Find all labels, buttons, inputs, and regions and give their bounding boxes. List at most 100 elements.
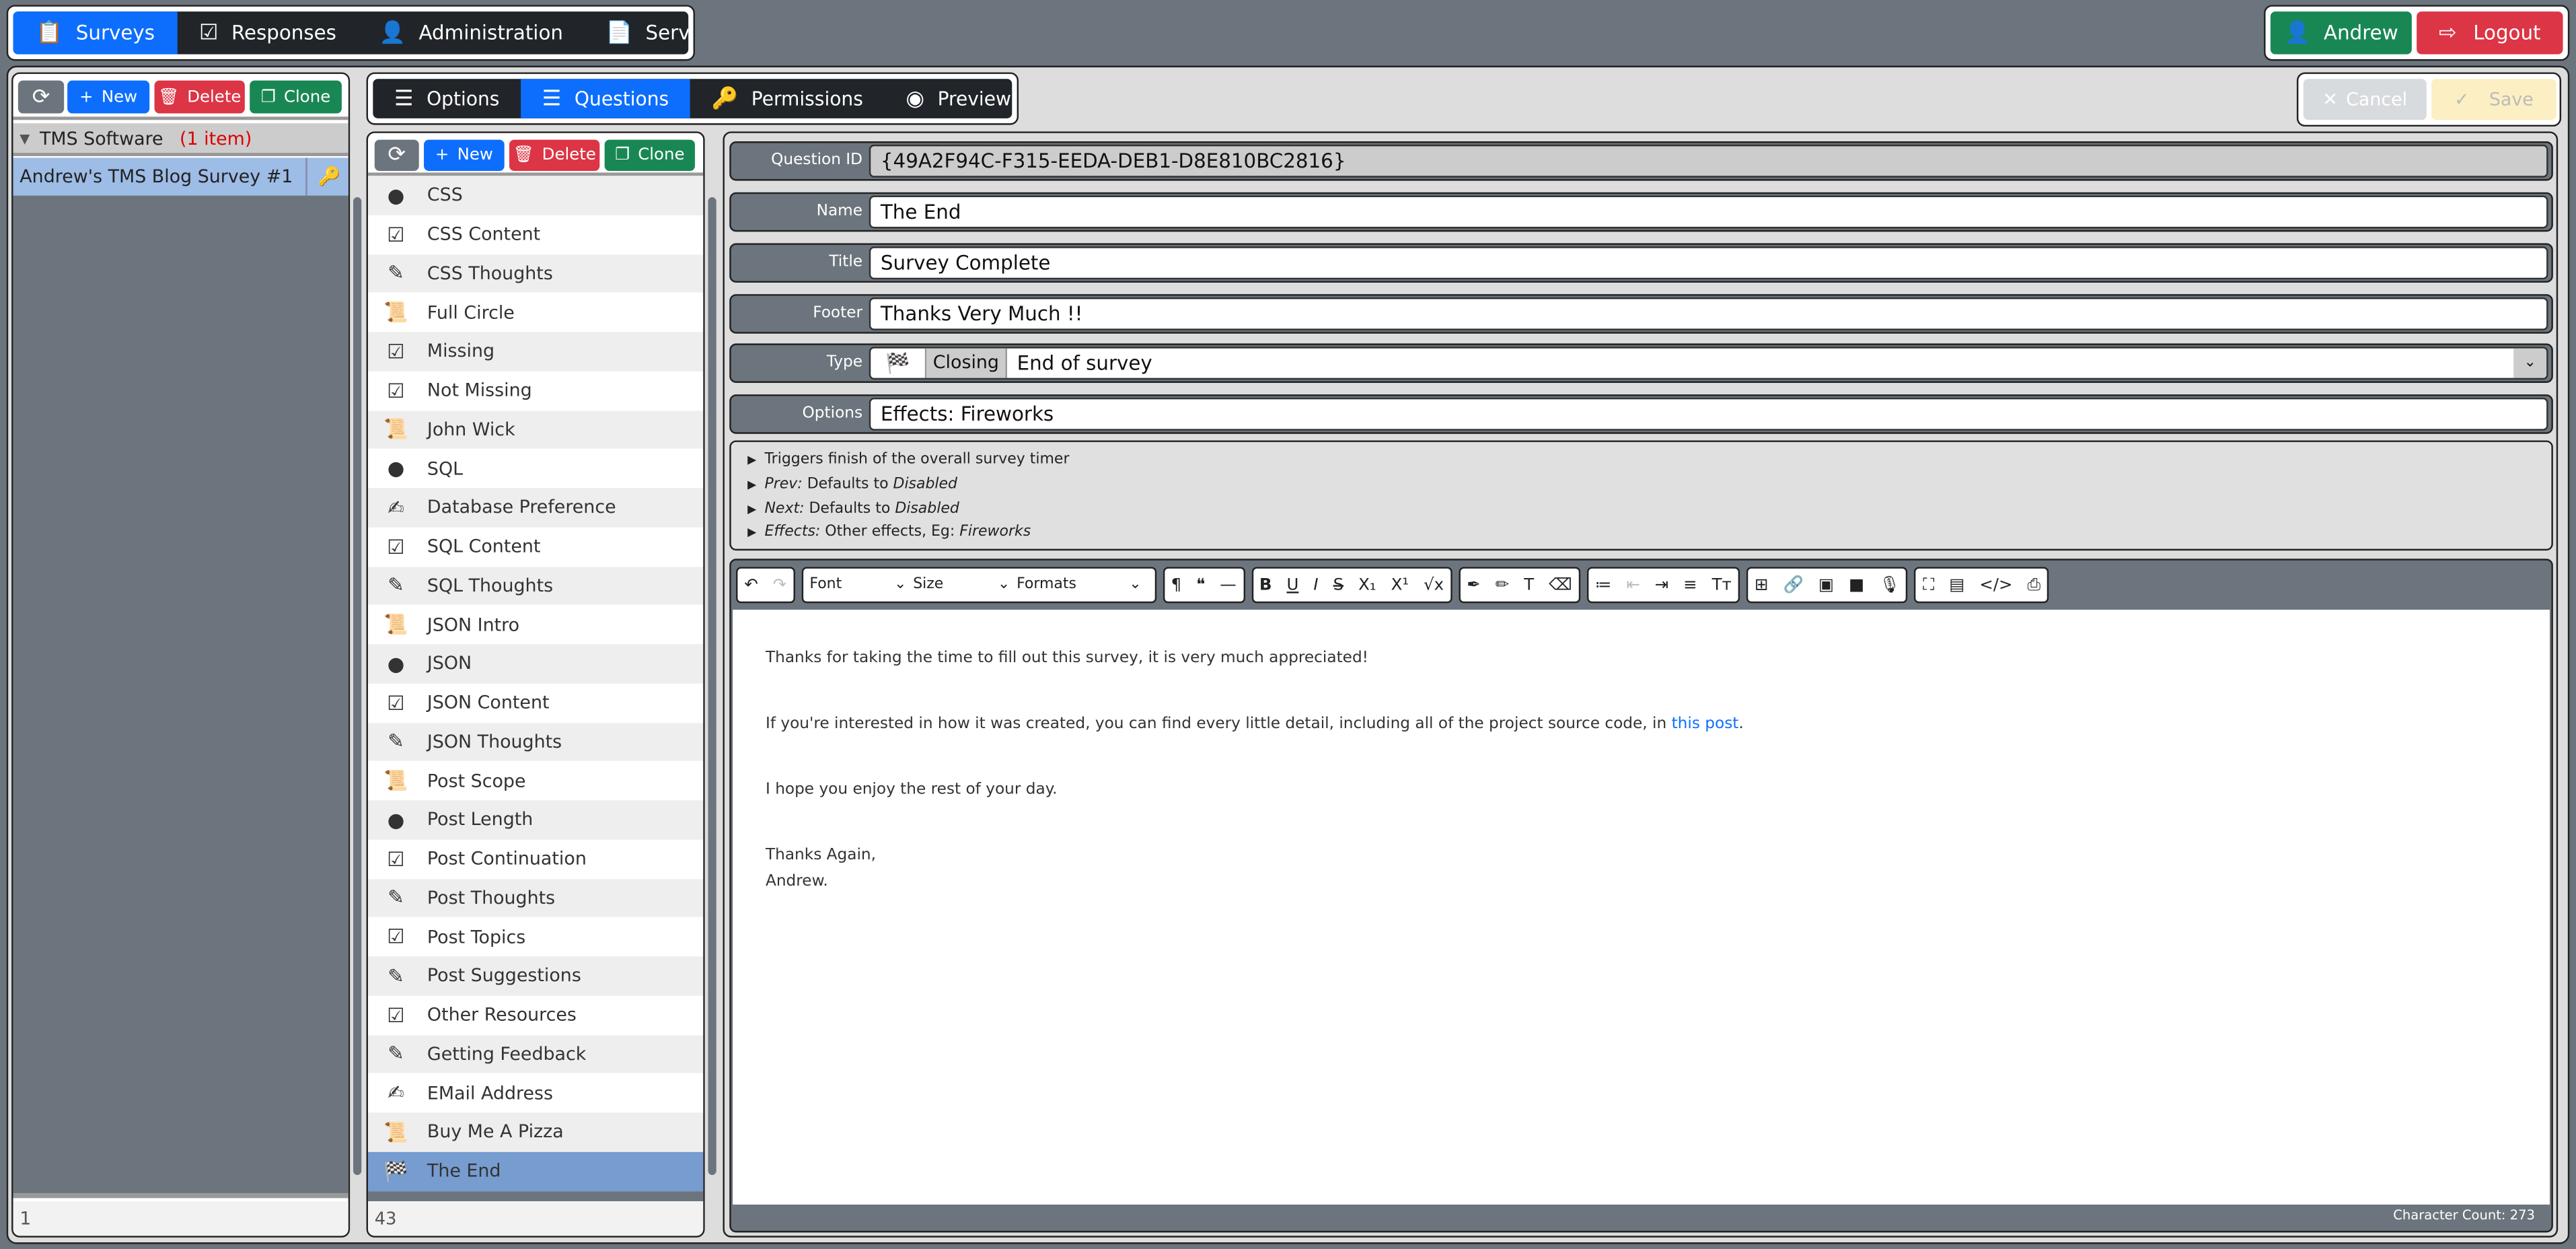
question-item[interactable]: ● Post Length <box>368 800 704 840</box>
align-icon[interactable]: ≡ <box>1683 576 1697 594</box>
underline-icon[interactable]: U <box>1287 576 1299 594</box>
question-item[interactable]: ☑ JSON Content <box>368 683 704 723</box>
font-select[interactable]: Font ⌄ <box>809 577 913 593</box>
paragraph: Andrew. <box>765 872 828 891</box>
undo-icon[interactable]: ↶ <box>744 576 758 594</box>
indent-icon[interactable]: ⇥ <box>1655 576 1668 594</box>
question-item[interactable]: ✎ Getting Feedback <box>368 1034 704 1074</box>
nav-responses[interactable]: ☑ Responses <box>178 11 358 54</box>
nav-surveys[interactable]: 📋 Surveys <box>13 11 178 55</box>
field-input[interactable]: The End <box>869 195 2548 229</box>
question-item[interactable]: 📜 John Wick <box>368 410 704 450</box>
post-link[interactable]: this post <box>1672 715 1739 733</box>
new-question-button[interactable]: + New <box>424 139 505 171</box>
question-item[interactable]: ● SQL <box>368 449 704 489</box>
question-item[interactable]: ✎ Post Thoughts <box>368 878 704 918</box>
table-icon[interactable]: ⊞ <box>1755 576 1768 594</box>
size-select[interactable]: Size ⌄ <box>913 577 1017 593</box>
delete-survey-button[interactable]: 🗑 Delete <box>154 80 245 114</box>
image-icon[interactable]: ▣ <box>1818 576 1834 594</box>
audio-icon[interactable]: 🎙 <box>1879 576 1900 594</box>
question-item[interactable]: ☑ Not Missing <box>368 371 704 411</box>
question-item[interactable]: 📜 Buy Me A Pizza <box>368 1112 704 1152</box>
logout-button[interactable]: ⇨ Logout <box>2417 11 2563 55</box>
code-view-icon[interactable]: </> <box>1979 576 2012 594</box>
text-size-icon[interactable]: Tт <box>1712 576 1732 594</box>
print-icon[interactable]: ⎙ <box>2027 576 2040 594</box>
survey-group-header[interactable]: ▼ TMS Software (1 item) <box>13 123 348 156</box>
question-item[interactable]: 📜 JSON Intro <box>368 605 704 645</box>
chevron-down-icon[interactable]: ⌄ <box>2513 348 2547 378</box>
check-square-icon: ☑ <box>387 1003 405 1027</box>
delete-question-button[interactable]: 🗑 Delete <box>509 139 600 171</box>
field-input[interactable]: Thanks Very Much !! <box>869 297 2548 330</box>
outdent-icon[interactable]: ⇤ <box>1626 576 1640 594</box>
question-item[interactable]: ✎ CSS Thoughts <box>368 254 704 293</box>
question-item[interactable]: ✎ JSON Thoughts <box>368 722 704 762</box>
tab-questions[interactable]: ☰ Questions <box>521 79 690 118</box>
help-item[interactable]: ▶ Prev: Defaults to Disabled <box>747 473 2535 497</box>
highlight-icon[interactable]: ✏ <box>1496 576 1509 594</box>
question-item[interactable]: ☑ Post Topics <box>368 917 704 957</box>
question-item[interactable]: ● JSON <box>368 644 704 684</box>
clone-survey-button[interactable]: ❐ Clone <box>250 80 342 114</box>
tab-permissions[interactable]: 🔑 Permissions <box>690 79 885 118</box>
scrollbar-splitter[interactable] <box>353 197 362 1176</box>
new-survey-button[interactable]: + New <box>67 80 150 114</box>
question-item[interactable]: ✎ Post Suggestions <box>368 956 704 996</box>
fullscreen-icon[interactable]: ⛶ <box>1923 576 1934 594</box>
clear-format-icon[interactable]: ⌫ <box>1549 576 1572 594</box>
survey-item[interactable]: Andrew's TMS Blog Survey #1 🔑 <box>13 157 348 196</box>
editor-content[interactable]: Thanks for taking the time to fill out t… <box>733 609 2550 1205</box>
question-item[interactable]: ☑ Missing <box>368 332 704 371</box>
font-style-icon[interactable]: T <box>1524 576 1534 594</box>
help-item[interactable]: ▶ Effects: Other effects, Eg: Fireworks <box>747 521 2535 545</box>
bold-icon[interactable]: B <box>1259 576 1272 594</box>
question-item[interactable]: ☑ Post Continuation <box>368 839 704 879</box>
video-icon[interactable]: ■ <box>1849 576 1864 594</box>
italic-icon[interactable]: I <box>1313 576 1318 594</box>
question-item[interactable]: 📜 Post Scope <box>368 761 704 801</box>
question-item[interactable]: ✎ SQL Thoughts <box>368 566 704 606</box>
subscript-icon[interactable]: X₁ <box>1358 576 1376 594</box>
paragraph-icon[interactable]: ¶ <box>1171 576 1182 594</box>
question-item[interactable]: ☑ CSS Content <box>368 215 704 254</box>
question-item[interactable]: ☑ Other Resources <box>368 995 704 1035</box>
field-input[interactable]: Survey Complete <box>869 246 2548 280</box>
nav-server-log[interactable]: 📄 Server Log <box>585 11 688 54</box>
refresh-questions-button[interactable]: ⟳ <box>374 139 419 171</box>
question-item[interactable]: 🏁 The End <box>368 1151 704 1191</box>
blockquote-icon[interactable]: ❝ <box>1196 576 1205 594</box>
type-select[interactable]: 🏁 Closing End of survey ⌄ <box>869 347 2548 380</box>
key-icon[interactable]: 🔑 <box>305 157 348 196</box>
refresh-surveys-button[interactable]: ⟳ <box>17 80 65 114</box>
superscript-icon[interactable]: X¹ <box>1391 576 1409 594</box>
tab-preview[interactable]: ◉ Preview <box>885 79 1013 118</box>
question-item[interactable]: ✍ EMail Address <box>368 1073 704 1113</box>
check-square-icon: ☑ <box>387 925 405 949</box>
strikethrough-icon[interactable]: S <box>1333 576 1344 594</box>
question-item[interactable]: 📜 Full Circle <box>368 293 704 332</box>
clone-question-button[interactable]: ❐ Clone <box>604 139 695 171</box>
horizontal-rule-icon[interactable]: — <box>1220 576 1236 594</box>
redo-icon[interactable]: ↷ <box>773 576 786 594</box>
question-item[interactable]: ● CSS <box>368 176 704 215</box>
question-item[interactable]: ✍ Database Preference <box>368 488 704 528</box>
options-input[interactable]: Effects: Fireworks <box>869 397 2548 431</box>
cancel-button[interactable]: ✕ Cancel <box>2303 79 2427 120</box>
nav-administration[interactable]: 👤 Administration <box>358 11 585 54</box>
show-blocks-icon[interactable]: ▤ <box>1949 576 1964 594</box>
link-icon[interactable]: 🔗 <box>1783 576 1803 594</box>
formats-select[interactable]: Formats ⌄ <box>1017 577 1148 593</box>
save-button[interactable]: ✓ Save <box>2431 79 2556 120</box>
ordered-list-icon[interactable]: ≔ <box>1595 576 1611 594</box>
question-label: EMail Address <box>427 1082 554 1104</box>
scrollbar-splitter[interactable] <box>708 197 716 1176</box>
help-item[interactable]: ▶ Triggers finish of the overall survey t… <box>747 449 2535 473</box>
question-item[interactable]: ☑ SQL Content <box>368 527 704 567</box>
math-icon[interactable]: √x <box>1424 576 1444 594</box>
tab-options[interactable]: ☰ Options <box>373 79 521 118</box>
help-item[interactable]: ▶ Next: Defaults to Disabled <box>747 497 2535 521</box>
text-color-icon[interactable]: ✒ <box>1467 576 1480 594</box>
user-button[interactable]: 👤 Andrew <box>2270 11 2412 55</box>
